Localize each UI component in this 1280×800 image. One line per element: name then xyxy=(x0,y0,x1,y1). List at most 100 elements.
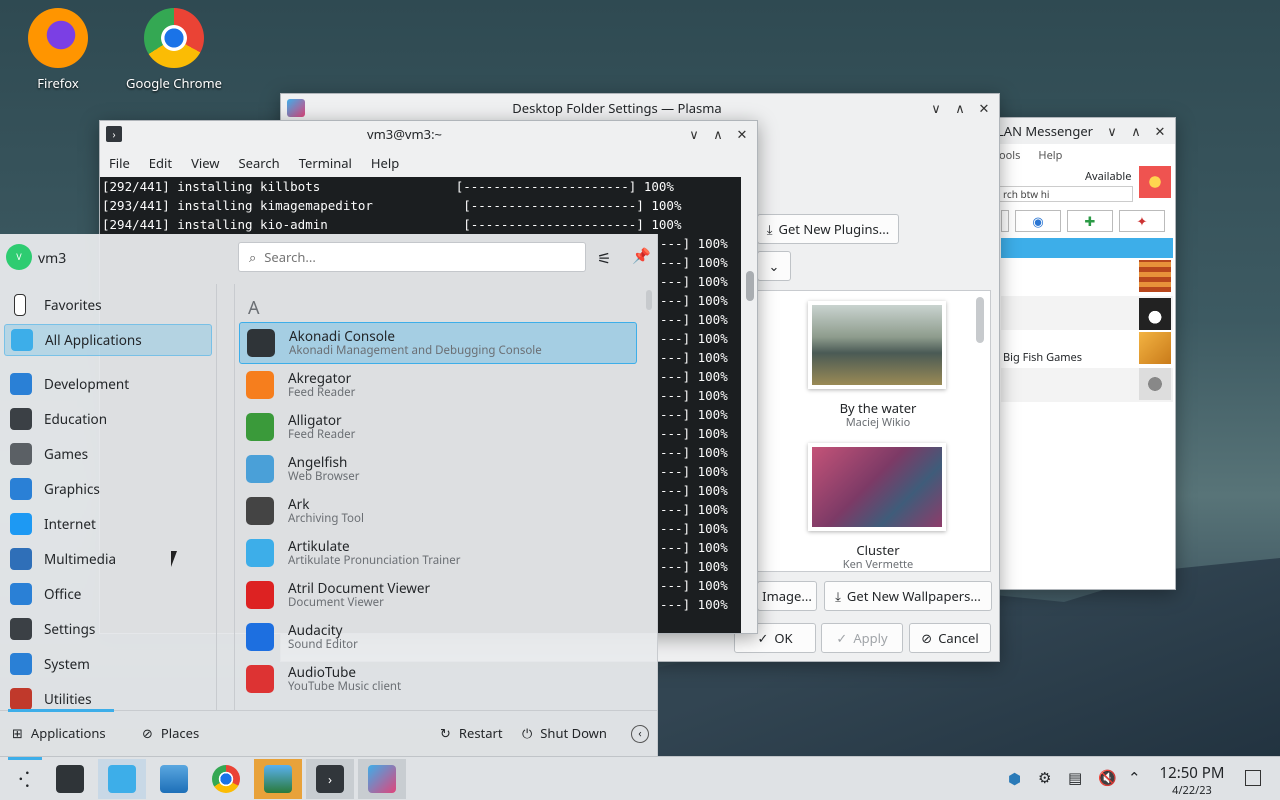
avatar[interactable] xyxy=(1139,166,1171,198)
places-tab[interactable]: ⊘ Places xyxy=(142,724,199,742)
menu-view[interactable]: View xyxy=(191,154,219,172)
search-field[interactable]: ⌕ xyxy=(238,242,586,272)
leave-icon[interactable]: ‹ xyxy=(631,725,649,743)
minimize-icon[interactable]: ∨ xyxy=(687,125,701,143)
task-settings[interactable] xyxy=(46,759,94,799)
configure-icon[interactable]: ⚟ xyxy=(597,247,611,269)
task-lan-messenger[interactable] xyxy=(254,759,302,799)
maximize-icon[interactable]: ∧ xyxy=(953,99,967,117)
task-terminal[interactable]: › xyxy=(306,759,354,799)
terminal-line: ---] 100% xyxy=(660,578,728,593)
download-icon: ⤓ xyxy=(766,220,773,238)
broadcast-icon[interactable]: ✦ xyxy=(1119,210,1165,232)
search-input[interactable] xyxy=(264,248,450,266)
app-item[interactable]: Akonadi Console Akonadi Management and De… xyxy=(239,322,637,364)
shutdown-button[interactable]: ⏻ Shut Down xyxy=(522,724,607,742)
maximize-icon[interactable]: ∧ xyxy=(711,125,725,143)
add-image-button[interactable]: Image... xyxy=(757,581,817,611)
volume-muted-icon[interactable]: 🔇 xyxy=(1098,768,1117,788)
app-description: Web Browser xyxy=(288,469,360,484)
folder-icon xyxy=(160,765,188,793)
terminal-line: ---] 100% xyxy=(660,426,728,441)
app-item[interactable]: Audacity Sound Editor xyxy=(239,616,637,658)
app-item[interactable]: AudioTube YouTube Music client xyxy=(239,658,637,700)
category-all-applications[interactable]: All Applications xyxy=(4,324,212,356)
app-item[interactable]: Atril Document Viewer Document Viewer xyxy=(239,574,637,616)
category-label: Settings xyxy=(44,620,96,638)
connect-tray-icon[interactable]: ⚙ xyxy=(1038,768,1051,788)
category-games[interactable]: Games xyxy=(4,438,212,470)
restart-button[interactable]: ↻ Restart xyxy=(440,724,503,742)
contact-avatar[interactable] xyxy=(1139,298,1171,330)
contact-avatar[interactable] xyxy=(1139,368,1171,400)
contact-name[interactable]: Big Fish Games xyxy=(1003,350,1082,365)
group-header[interactable] xyxy=(1001,238,1173,258)
wallpaper-thumb[interactable] xyxy=(808,301,946,389)
applications-tab[interactable]: ⊞ Applications xyxy=(12,724,106,742)
task-plasma-settings[interactable] xyxy=(358,759,406,799)
category-office[interactable]: Office xyxy=(4,578,212,610)
chrome-icon xyxy=(144,8,204,68)
launcher-footer: ⊞ Applications ⊘ Places ↻ Restart ⏻ Shut Dow… xyxy=(0,709,657,756)
wallpaper-thumb[interactable] xyxy=(808,443,946,531)
category-system[interactable]: System xyxy=(4,648,212,680)
close-icon[interactable]: ✕ xyxy=(977,99,991,117)
menu-help[interactable]: Help xyxy=(1038,148,1062,163)
get-new-plugins-button[interactable]: ⤓ Get New Plugins... xyxy=(757,214,899,244)
search-input[interactable]: rch btw hi xyxy=(999,186,1133,202)
menu-edit[interactable]: Edit xyxy=(149,154,172,172)
app-description: Document Viewer xyxy=(288,595,384,610)
menu-file[interactable]: File xyxy=(109,154,130,172)
terminal-line: ---] 100% xyxy=(660,369,728,384)
app-item[interactable]: Angelfish Web Browser xyxy=(239,448,637,490)
close-icon[interactable]: ✕ xyxy=(1153,122,1167,140)
task-chrome[interactable] xyxy=(202,759,250,799)
category-icon xyxy=(14,294,26,316)
apply-button[interactable]: ✓ Apply xyxy=(821,623,903,653)
menu-search[interactable]: Search xyxy=(239,154,280,172)
add-contact-icon[interactable]: ✚ xyxy=(1067,210,1113,232)
app-item[interactable]: Ark Archiving Tool xyxy=(239,490,637,532)
desktop-icon-firefox[interactable]: Firefox xyxy=(8,8,108,92)
maximize-icon[interactable]: ∧ xyxy=(1129,122,1143,140)
scrollbar[interactable] xyxy=(646,290,652,310)
close-icon[interactable]: ✕ xyxy=(735,125,749,143)
category-label: Office xyxy=(44,585,82,603)
category-graphics[interactable]: Graphics xyxy=(4,473,212,505)
category-internet[interactable]: Internet xyxy=(4,508,212,540)
rss-icon[interactable]: ◉ xyxy=(1015,210,1061,232)
scrollbar[interactable] xyxy=(976,297,984,343)
category-favorites[interactable]: Favorites xyxy=(4,289,212,321)
scrollbar[interactable] xyxy=(746,271,754,301)
desktop-icon-chrome[interactable]: Google Chrome xyxy=(124,8,224,92)
show-desktop-icon[interactable] xyxy=(1245,770,1261,786)
menu-terminal[interactable]: Terminal xyxy=(299,154,352,172)
contact-avatar[interactable] xyxy=(1139,260,1171,292)
avatar[interactable]: V xyxy=(6,244,32,270)
task-discover[interactable] xyxy=(98,759,146,799)
minimize-icon[interactable]: ∨ xyxy=(1105,122,1119,140)
terminal-line: [293/441] installing kimagemapeditor [--… xyxy=(102,198,682,213)
clipboard-icon[interactable]: ▤ xyxy=(1068,768,1082,788)
status-label[interactable]: Available xyxy=(1085,169,1131,184)
category-settings[interactable]: Settings xyxy=(4,613,212,645)
chevron-up-icon[interactable]: ⌃ xyxy=(1128,768,1141,788)
app-item[interactable]: Artikulate Artikulate Pronunciation Train… xyxy=(239,532,637,574)
get-new-wallpapers-button[interactable]: ⤓ Get New Wallpapers... xyxy=(824,581,992,611)
pin-icon[interactable]: 📌 xyxy=(632,246,651,266)
menu-help[interactable]: Help xyxy=(371,154,399,172)
mode-dropdown[interactable]: ⌄ xyxy=(757,251,791,281)
app-launcher-button[interactable]: ⁖ xyxy=(0,759,48,799)
clock-time: 12:50 PM xyxy=(1159,763,1225,783)
app-item[interactable]: Akregator Feed Reader xyxy=(239,364,637,406)
cancel-button[interactable]: ⊘ Cancel xyxy=(909,623,991,653)
clock[interactable]: 12:50 PM 4/22/23 xyxy=(1150,763,1234,798)
minimize-icon[interactable]: ∨ xyxy=(929,99,943,117)
contact-avatar[interactable] xyxy=(1139,332,1171,364)
app-item[interactable]: Alligator Feed Reader xyxy=(239,406,637,448)
network-tray-icon[interactable]: ⬢ xyxy=(1008,769,1021,789)
menu-tools[interactable]: ools xyxy=(999,148,1020,163)
category-development[interactable]: Development xyxy=(4,368,212,400)
category-education[interactable]: Education xyxy=(4,403,212,435)
task-dolphin[interactable] xyxy=(150,759,198,799)
